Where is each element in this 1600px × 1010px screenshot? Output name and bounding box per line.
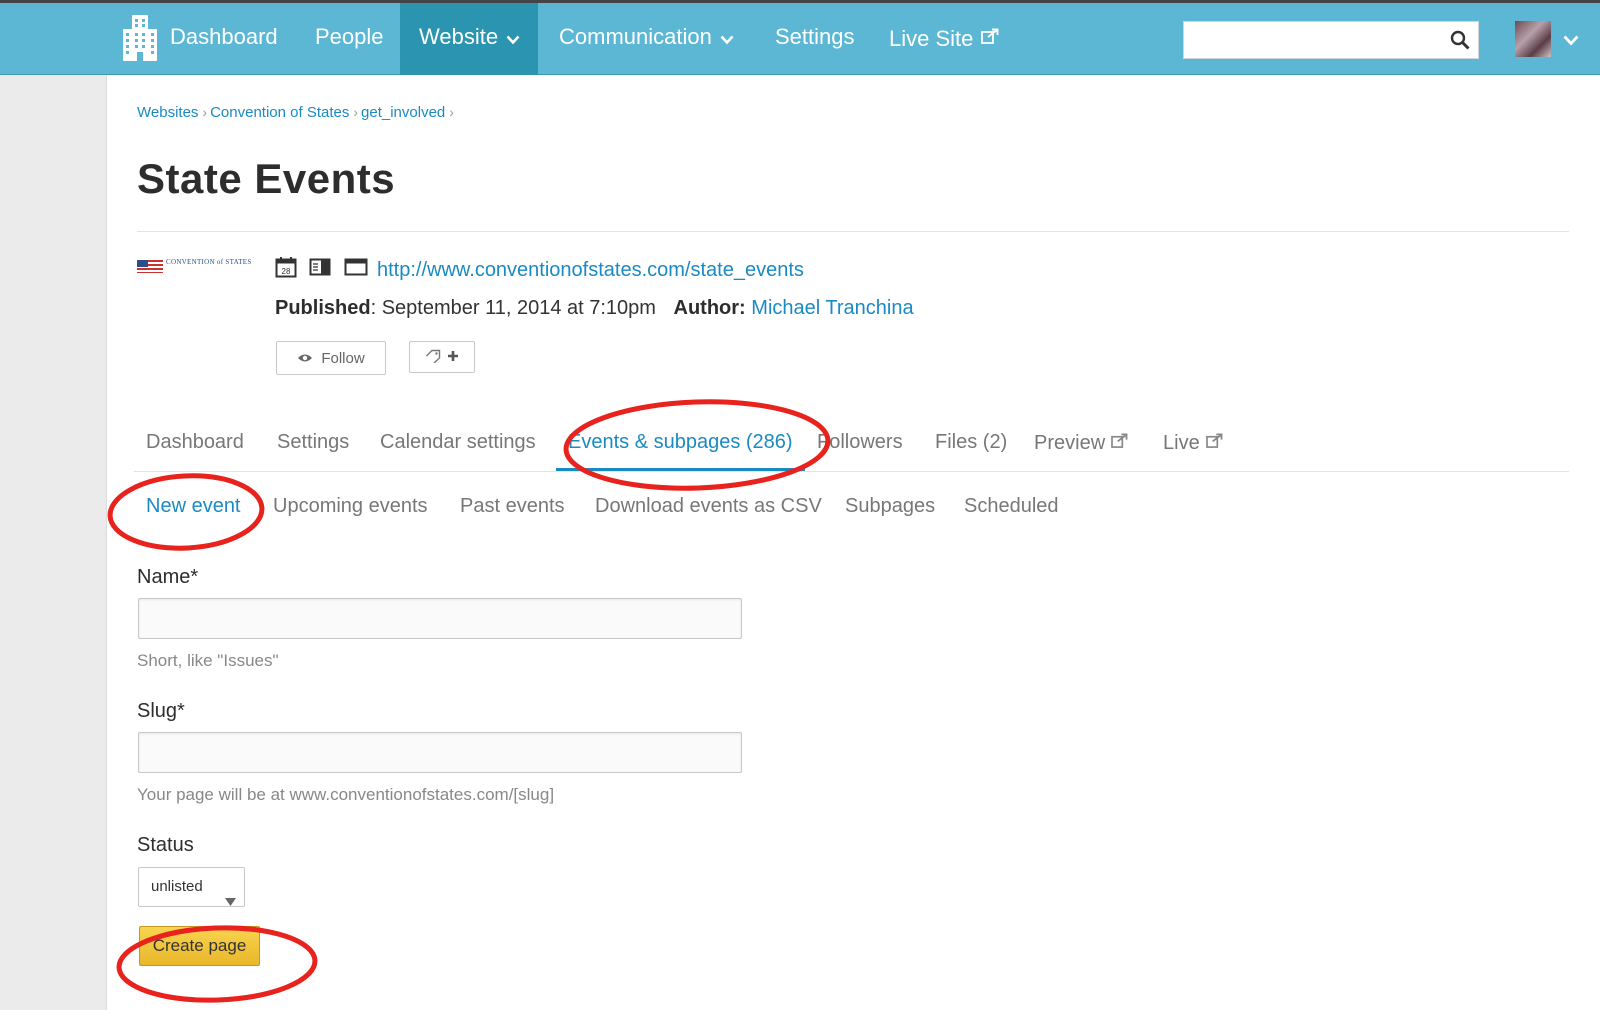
eye-icon bbox=[297, 350, 313, 367]
divider bbox=[137, 231, 1569, 232]
chevron-down-icon bbox=[506, 4, 520, 72]
chevron-right-icon: › bbox=[202, 104, 208, 120]
site-logo: CONVENTION of STATES bbox=[137, 258, 251, 274]
tab-dashboard[interactable]: Dashboard bbox=[134, 427, 256, 469]
slug-field[interactable] bbox=[138, 732, 742, 773]
breadcrumb-get-involved[interactable]: get_involved bbox=[361, 104, 445, 121]
avatar[interactable] bbox=[1515, 21, 1551, 57]
flag-icon bbox=[137, 260, 163, 273]
window-icon bbox=[344, 257, 368, 282]
chevron-down-icon[interactable] bbox=[1563, 33, 1579, 51]
nav-communication-label: Communication bbox=[559, 24, 712, 49]
name-field[interactable] bbox=[138, 598, 742, 639]
page-type-icons: 28 bbox=[275, 256, 376, 283]
search-icon[interactable] bbox=[1450, 30, 1470, 55]
tab-preview[interactable]: Preview bbox=[1022, 427, 1140, 469]
chevron-right-icon: › bbox=[353, 104, 359, 120]
breadcrumb: Websites › Convention of States › get_involv… bbox=[137, 104, 457, 121]
name-hint: Short, like "Issues" bbox=[137, 651, 279, 670]
status-label: Status bbox=[137, 834, 194, 856]
svg-text:28: 28 bbox=[282, 267, 291, 276]
tab-live-label: Live bbox=[1163, 432, 1200, 454]
building-logo-icon[interactable] bbox=[123, 15, 157, 61]
create-page-button[interactable]: Create page bbox=[139, 926, 260, 966]
external-link-icon bbox=[1111, 427, 1128, 457]
follow-button[interactable]: Follow bbox=[276, 341, 386, 375]
subtab-download-csv[interactable]: Download events as CSV bbox=[583, 495, 834, 518]
top-navigation-bar: Dashboard People Website Communication S… bbox=[0, 0, 1600, 75]
tab-settings[interactable]: Settings bbox=[265, 427, 361, 469]
nav-live-site[interactable]: Live Site bbox=[889, 3, 999, 75]
subtab-scheduled[interactable]: Scheduled bbox=[952, 495, 1071, 518]
follow-label: Follow bbox=[321, 349, 365, 367]
subtab-new-event[interactable]: New event bbox=[134, 495, 253, 518]
subtab-past-events[interactable]: Past events bbox=[448, 495, 577, 518]
external-link-icon bbox=[981, 3, 999, 71]
plus-icon bbox=[447, 350, 459, 365]
tag-icon bbox=[425, 349, 441, 366]
status-value: unlisted bbox=[151, 878, 203, 895]
nav-website-label: Website bbox=[419, 24, 499, 49]
author-label: Author: bbox=[673, 297, 746, 319]
nav-live-site-label: Live Site bbox=[889, 26, 974, 51]
nav-people[interactable]: People bbox=[315, 3, 384, 75]
tab-live[interactable]: Live bbox=[1151, 427, 1235, 469]
author-link[interactable]: Michael Tranchina bbox=[751, 297, 913, 319]
slug-label: Slug* bbox=[137, 700, 185, 722]
search-input[interactable] bbox=[1192, 22, 1446, 58]
nav-dashboard[interactable]: Dashboard bbox=[170, 3, 278, 75]
page-title: State Events bbox=[137, 155, 396, 202]
search-box bbox=[1183, 21, 1479, 59]
subtab-upcoming-events[interactable]: Upcoming events bbox=[261, 495, 440, 518]
tab-events-subpages[interactable]: Events & subpages (286) bbox=[556, 427, 805, 471]
nav-settings[interactable]: Settings bbox=[775, 3, 855, 75]
tab-files[interactable]: Files (2) bbox=[923, 427, 1019, 469]
sidebar-layout-icon bbox=[309, 257, 331, 282]
tab-followers[interactable]: Followers bbox=[805, 427, 915, 469]
page-url-link[interactable]: http://www.conventionofstates.com/state_… bbox=[377, 259, 804, 282]
main-panel: Websites › Convention of States › get_involv… bbox=[106, 75, 1600, 1010]
dropdown-arrow-icon bbox=[225, 883, 236, 921]
status-select[interactable]: unlisted bbox=[138, 867, 245, 907]
tab-calendar-settings[interactable]: Calendar settings bbox=[368, 427, 548, 469]
nav-communication[interactable]: Communication bbox=[559, 3, 734, 75]
site-logo-text: CONVENTION of STATES bbox=[166, 258, 252, 266]
chevron-down-icon bbox=[720, 4, 734, 72]
chevron-right-icon: › bbox=[449, 104, 454, 120]
name-label: Name* bbox=[137, 566, 199, 588]
subtab-subpages[interactable]: Subpages bbox=[833, 495, 947, 518]
breadcrumb-websites[interactable]: Websites bbox=[137, 104, 198, 121]
page-tabs: Dashboard Settings Calendar settings Eve… bbox=[134, 427, 1569, 472]
slug-hint: Your page will be at www.conventionofsta… bbox=[137, 785, 555, 804]
published-label: Published bbox=[275, 297, 371, 319]
add-tag-button[interactable] bbox=[409, 341, 475, 373]
published-date: : September 11, 2014 at 7:10pm bbox=[370, 297, 656, 319]
breadcrumb-convention-of-states[interactable]: Convention of States bbox=[210, 104, 349, 121]
external-link-icon bbox=[1205, 427, 1223, 457]
nav-website[interactable]: Website bbox=[400, 3, 539, 75]
calendar-icon: 28 bbox=[275, 256, 297, 283]
tab-preview-label: Preview bbox=[1034, 432, 1106, 454]
publish-info: Published: September 11, 2014 at 7:10pm … bbox=[275, 297, 914, 320]
